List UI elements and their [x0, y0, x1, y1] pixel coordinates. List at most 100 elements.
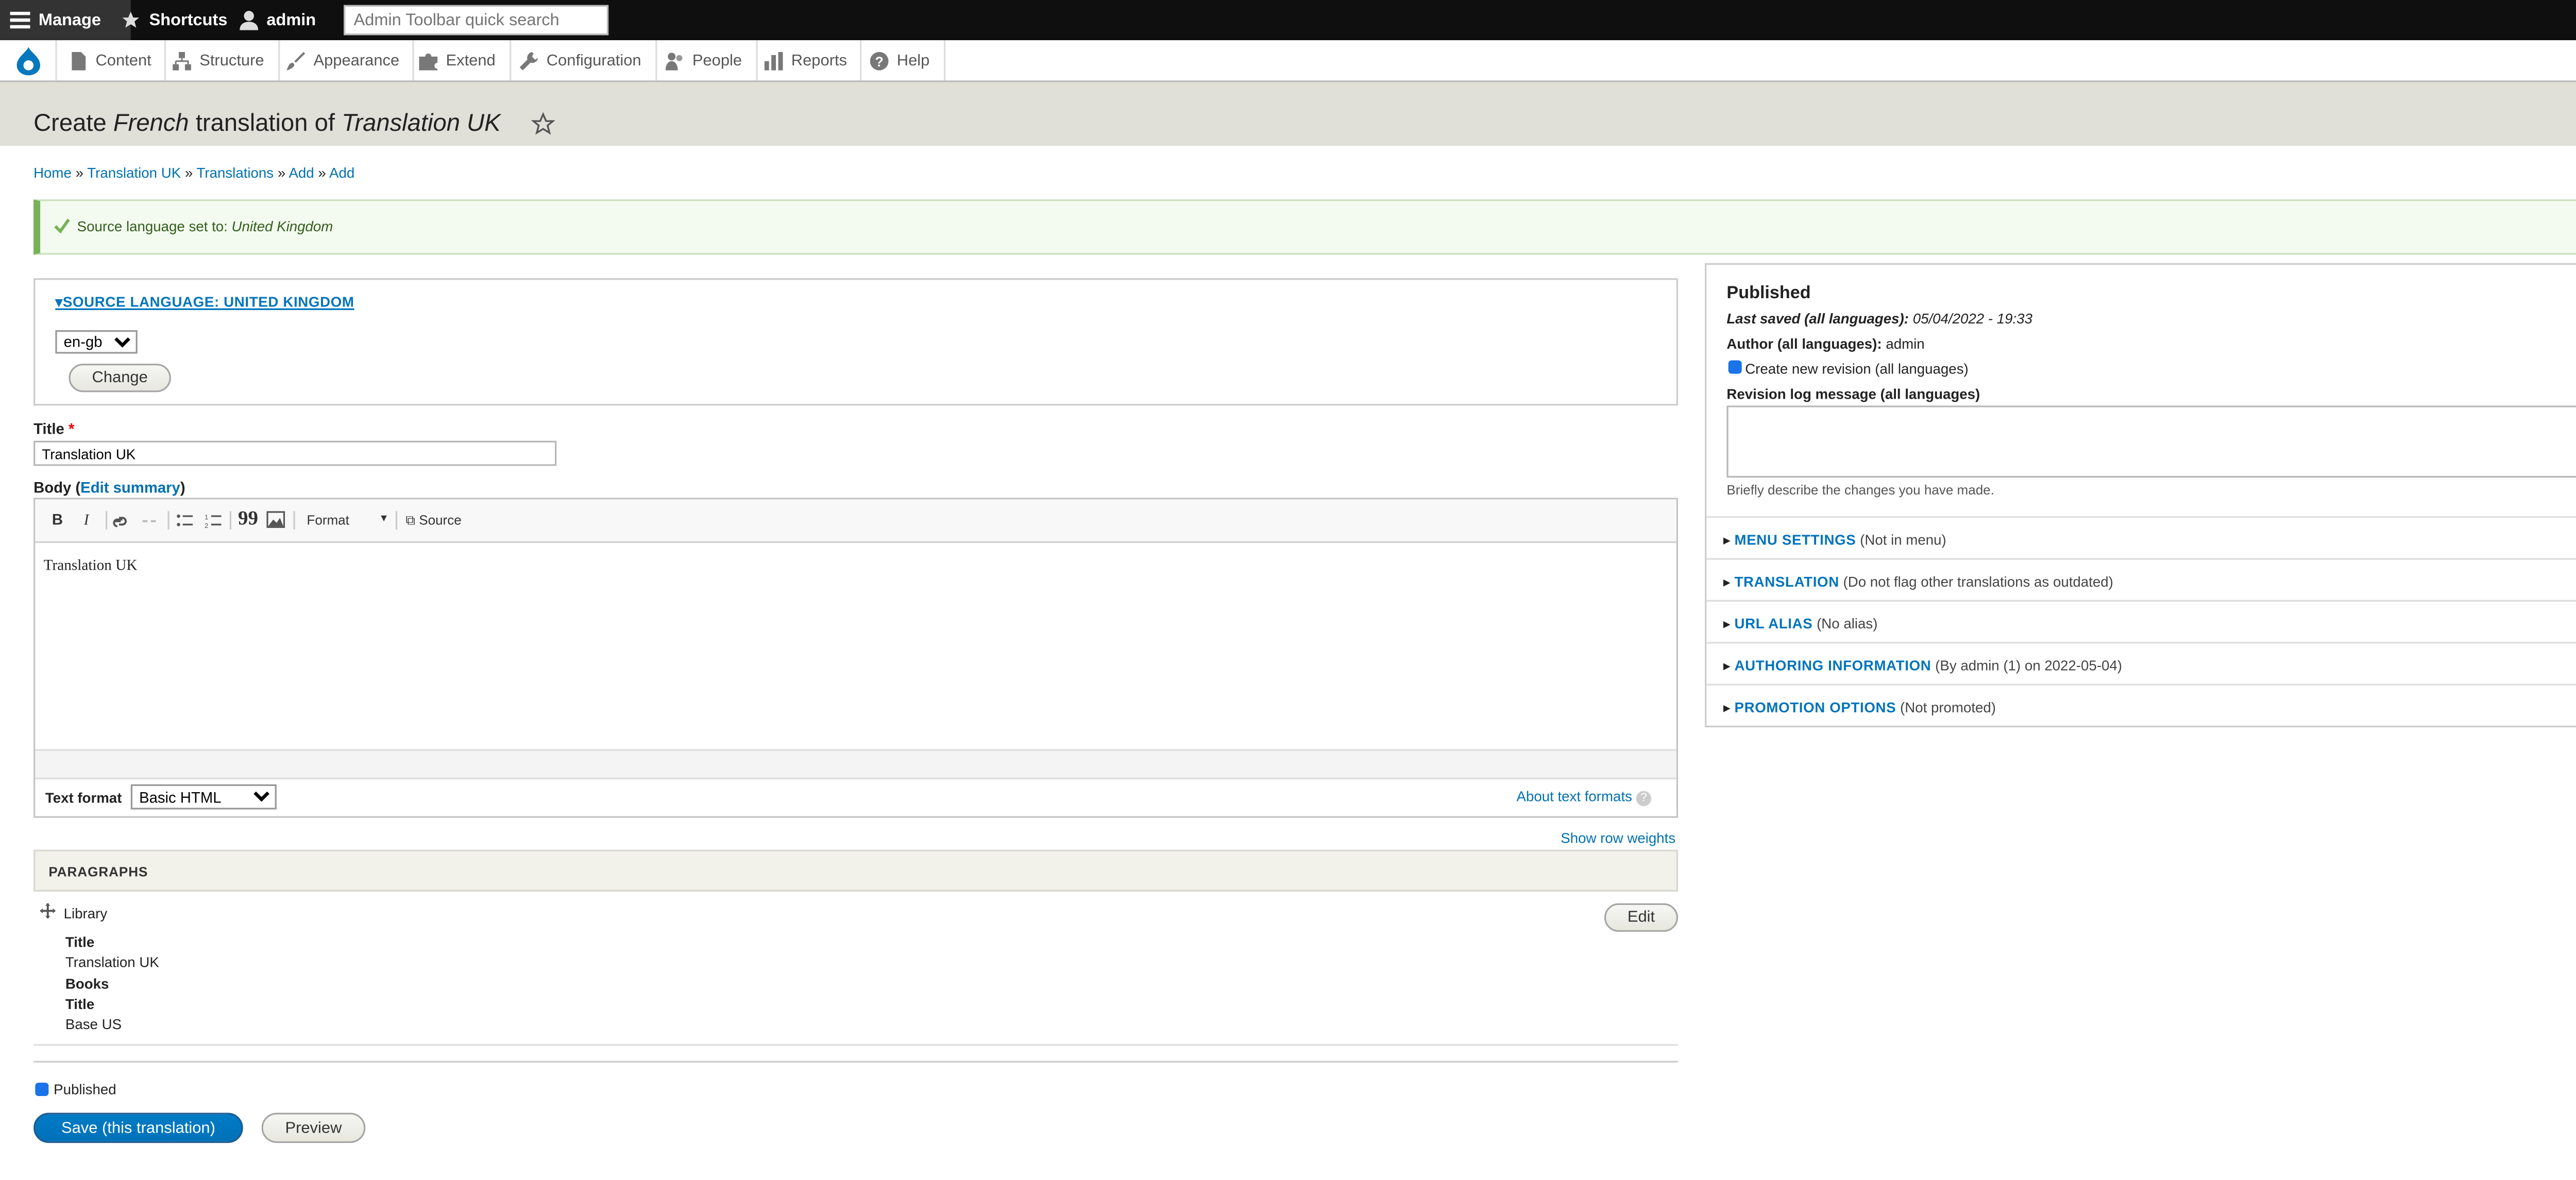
about-text-formats-link[interactable]: About text formats [1517, 788, 1632, 805]
revision-help-text: Briefly describe the changes you have ma… [1726, 483, 1994, 498]
menu-structure-label: Structure [199, 51, 264, 70]
paragraph-line: Title [65, 933, 95, 950]
star-icon [122, 11, 140, 28]
drag-handle-icon[interactable] [40, 903, 56, 919]
breadcrumb-node[interactable]: Translation UK [87, 164, 181, 181]
user-icon [240, 11, 259, 30]
puzzle-icon [419, 53, 438, 70]
required-mark: * [68, 420, 75, 438]
paragraph-type: Library [63, 905, 108, 922]
author-label: Author (all languages): [1726, 335, 1882, 352]
wysiwyg-editor: B I 12 99 Format ▼ ⧉ Source Translation … [33, 498, 1679, 818]
shortcuts-label: Shortcuts [149, 11, 228, 29]
paragraph-line: Base US [65, 1015, 122, 1033]
svg-text:?: ? [875, 54, 883, 69]
body-label-text: Body ( [33, 479, 81, 497]
menu-help[interactable]: ? Help [857, 40, 945, 81]
source-language-select[interactable]: en-gb [55, 330, 138, 354]
menu-people[interactable]: People [652, 40, 757, 81]
help-icon: ? [1636, 791, 1651, 807]
drupal-logo-icon[interactable] [0, 40, 57, 81]
shortcuts-tab[interactable]: Shortcuts [111, 0, 238, 40]
menu-structure[interactable]: Structure [159, 40, 279, 81]
source-language-summary-text: SOURCE LANGUAGE: UNITED KINGDOM [62, 293, 354, 310]
italic-button[interactable]: I [84, 511, 89, 528]
unlink-icon[interactable] [141, 513, 158, 528]
link-icon[interactable] [112, 513, 129, 528]
revision-log-label: Revision log message (all languages) [1726, 385, 1980, 402]
published-label: Published [54, 1081, 116, 1098]
change-button[interactable]: Change [69, 364, 171, 392]
title-input[interactable] [33, 440, 557, 466]
preview-button[interactable]: Preview [261, 1113, 366, 1143]
meta-sidebar: Published Last saved (all languages): 05… [1705, 263, 2576, 728]
body-label-end: ) [180, 479, 185, 497]
show-row-weights-link[interactable]: Show row weights [1561, 830, 1675, 847]
status-message: Source language set to: United Kingdom [33, 199, 2576, 255]
source-button[interactable]: ⧉ Source [405, 513, 461, 530]
section-title-text: MENU SETTINGS [1734, 531, 1856, 548]
breadcrumb-add[interactable]: Add [289, 164, 314, 181]
bulleted-list-icon[interactable] [176, 513, 193, 528]
breadcrumb-separator: » [184, 164, 193, 181]
section-title-text: TRANSLATION [1734, 573, 1839, 590]
paragraphs-field: PARAGRAPHS Library Edit Title Translatio… [33, 849, 1679, 1046]
checkmark-icon [54, 218, 70, 234]
bold-button[interactable]: B [52, 511, 63, 528]
shortcut-star-icon[interactable] [531, 112, 555, 136]
translation-section[interactable]: ▸ TRANSLATION (Do not flag other transla… [1706, 558, 2576, 600]
editor-content[interactable]: Translation UK [44, 556, 138, 573]
publish-status: Published [1726, 283, 1811, 303]
section-summary: (By admin (1) on 2022-05-04) [1935, 657, 2123, 674]
format-dropdown-label: Format [307, 512, 349, 528]
source-language-fieldset: ▾SOURCE LANGUAGE: UNITED KINGDOM en-gb C… [33, 278, 1679, 406]
save-translation-button[interactable]: Save (this translation) [33, 1113, 243, 1143]
menu-settings-section[interactable]: ▸ MENU SETTINGS (Not in menu) [1706, 516, 2576, 558]
section-title: ▸ URL ALIAS (No alias) [1723, 615, 1878, 632]
page-title: Create French translation of Translation… [33, 111, 501, 138]
numbered-list-icon[interactable]: 12 [205, 513, 222, 528]
bar-chart-icon [764, 51, 783, 70]
menu-configuration[interactable]: Configuration [506, 40, 656, 81]
authoring-information-section[interactable]: ▸ AUTHORING INFORMATION (By admin (1) on… [1706, 642, 2576, 683]
new-revision-checkbox[interactable] [1728, 360, 1742, 374]
chevron-down-icon: ▼ [379, 514, 389, 525]
breadcrumb-separator: » [318, 164, 326, 181]
breadcrumb-translations[interactable]: Translations [197, 164, 274, 181]
menu-content[interactable]: Content [55, 40, 167, 81]
published-checkbox[interactable] [35, 1082, 49, 1096]
menu-reports[interactable]: Reports [751, 40, 862, 81]
text-format-select[interactable]: Basic HTML [130, 784, 277, 810]
user-tab[interactable]: admin [230, 0, 326, 40]
text-format-label: Text format [45, 789, 122, 807]
menu-extend[interactable]: Extend [405, 40, 511, 81]
author-value: admin [1886, 335, 1925, 352]
menu-appearance-label: Appearance [313, 51, 400, 70]
structure-icon [173, 51, 191, 70]
section-title: ▸ PROMOTION OPTIONS (Not promoted) [1723, 698, 1996, 716]
blockquote-icon[interactable]: 99 [238, 506, 258, 532]
url-alias-section[interactable]: ▸ URL ALIAS (No alias) [1706, 600, 2576, 642]
edit-summary-link[interactable]: Edit summary [80, 480, 180, 497]
breadcrumb: Home » Translation UK » Translations » A… [33, 164, 354, 181]
body-label: Body (Edit summary) [33, 480, 185, 497]
source-language-summary[interactable]: ▾SOURCE LANGUAGE: UNITED KINGDOM [55, 293, 354, 312]
paragraph-edit-button[interactable]: Edit [1604, 903, 1679, 932]
document-icon [72, 51, 86, 70]
promotion-options-section[interactable]: ▸ PROMOTION OPTIONS (Not promoted) [1706, 683, 2576, 726]
breadcrumb-home[interactable]: Home [33, 164, 72, 181]
last-saved: Last saved (all languages): 05/04/2022 -… [1726, 310, 2032, 327]
people-icon [665, 52, 683, 70]
quick-search-input[interactable] [344, 5, 609, 36]
revision-log-textarea[interactable] [1726, 405, 2576, 478]
hamburger-icon [10, 11, 30, 29]
last-saved-label: Last saved (all languages): [1726, 310, 1909, 327]
about-text-formats[interactable]: About text formats ? [1517, 788, 1651, 807]
image-icon[interactable] [266, 511, 285, 528]
breadcrumb-add-current[interactable]: Add [329, 164, 354, 181]
format-dropdown[interactable]: Format [307, 513, 387, 528]
menu-appearance[interactable]: Appearance [273, 40, 415, 81]
wrench-icon [519, 51, 538, 70]
admin-toolbar: Manage Shortcuts admin [0, 0, 2576, 41]
title-label-text: Title [33, 420, 64, 438]
